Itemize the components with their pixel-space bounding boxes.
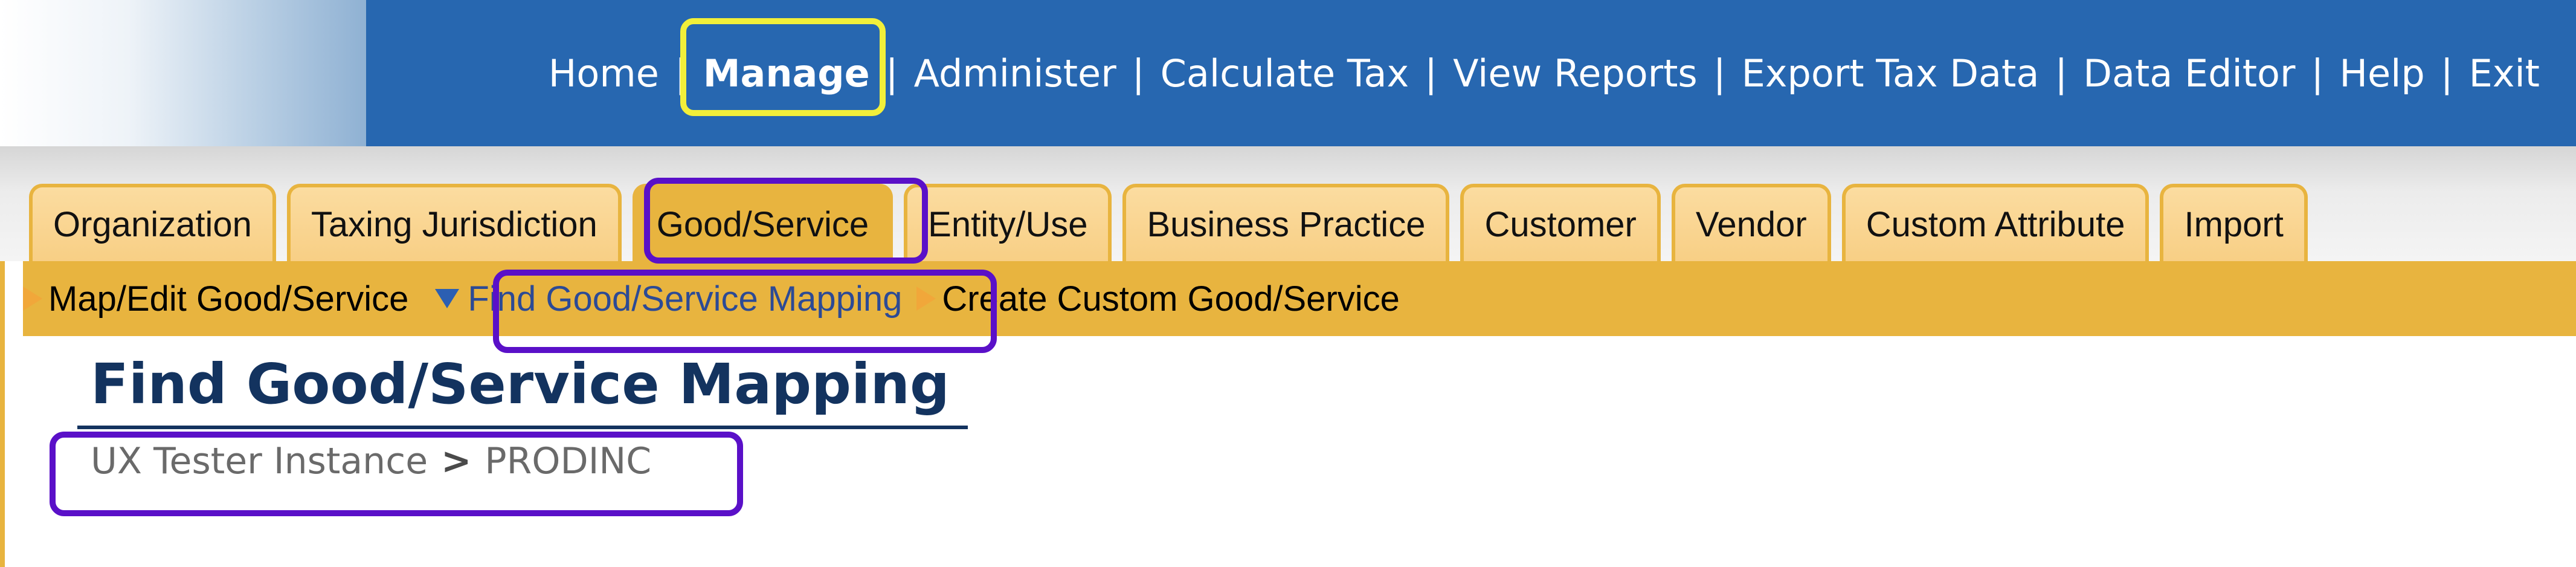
page-title: Find Good/Service Mapping <box>91 352 950 416</box>
nav-data-editor[interactable]: Data Editor <box>2083 51 2295 96</box>
highlight-manage <box>680 18 886 116</box>
tab-business-practice[interactable]: Business Practice <box>1122 184 1450 261</box>
tab-bar: Organization Taxing Jurisdiction Good/Se… <box>29 184 2319 261</box>
tab-custom-attribute[interactable]: Custom Attribute <box>1841 184 2149 261</box>
nav-help[interactable]: Help <box>2339 51 2424 96</box>
tab-vendor[interactable]: Vendor <box>1671 184 1831 261</box>
tab-customer[interactable]: Customer <box>1460 184 1661 261</box>
nav-export-tax-data[interactable]: Export Tax Data <box>1742 51 2040 96</box>
title-underline <box>77 426 968 429</box>
nav-separator: | <box>885 51 898 96</box>
nav-separator: | <box>1425 51 1438 96</box>
nav-separator: | <box>2440 51 2453 96</box>
nav-administer[interactable]: Administer <box>914 51 1116 96</box>
tab-taxing-jurisdiction[interactable]: Taxing Jurisdiction <box>286 184 622 261</box>
triangle-right-icon <box>23 287 42 311</box>
nav-separator: | <box>2311 51 2324 96</box>
tab-entity-use[interactable]: Entity/Use <box>904 184 1112 261</box>
nav-home[interactable]: Home <box>549 51 659 96</box>
nav-view-reports[interactable]: View Reports <box>1453 51 1698 96</box>
nav-separator: | <box>2055 51 2068 96</box>
subnav-label: Create Custom Good/Service <box>942 279 1400 319</box>
nav-exit[interactable]: Exit <box>2469 51 2540 96</box>
highlight-breadcrumb <box>50 432 743 516</box>
nav-calculate-tax[interactable]: Calculate Tax <box>1161 51 1409 96</box>
tab-organization[interactable]: Organization <box>29 184 276 261</box>
highlight-find-mapping <box>493 270 997 353</box>
subnav-label: Map/Edit Good/Service <box>48 279 409 319</box>
nav-separator: | <box>1713 51 1726 96</box>
subnav-map-edit-good-service[interactable]: Map/Edit Good/Service <box>23 279 408 319</box>
triangle-down-icon <box>435 289 460 308</box>
nav-separator: | <box>1132 51 1145 96</box>
panel-left-border <box>0 261 5 567</box>
tab-import[interactable]: Import <box>2160 184 2308 261</box>
logo-area <box>0 0 366 146</box>
sub-navigation-bar: Map/Edit Good/Service Find Good/Service … <box>23 261 2576 336</box>
highlight-good-service-tab <box>644 178 928 264</box>
